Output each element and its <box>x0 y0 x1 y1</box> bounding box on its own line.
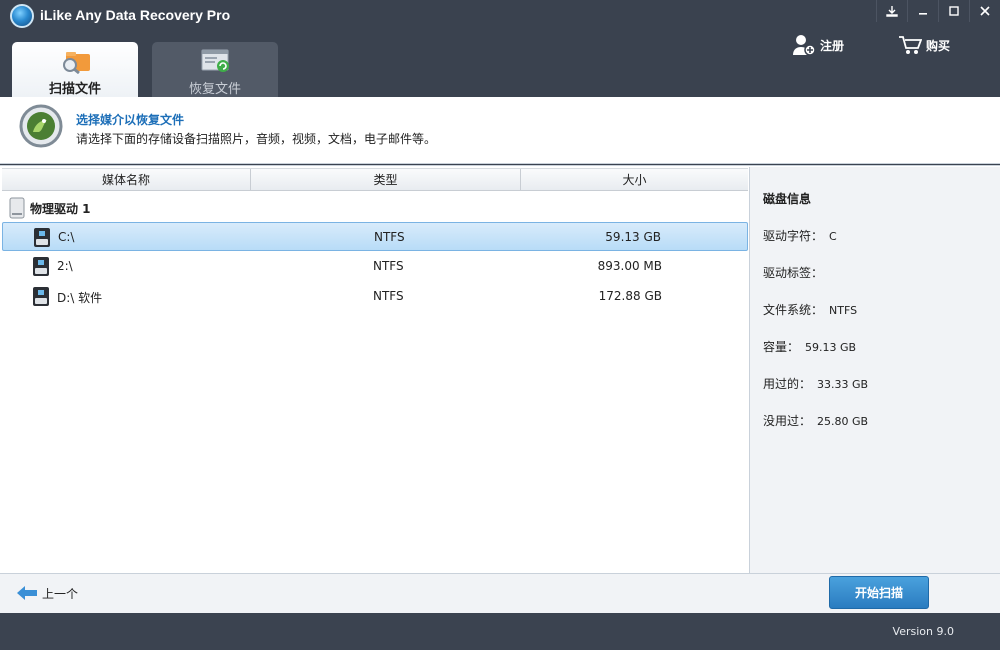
register-button[interactable]: 注册 <box>792 34 844 56</box>
cart-icon <box>899 36 922 54</box>
physical-drive-group[interactable]: 物理驱动 1 <box>8 196 91 220</box>
tab-label: 恢复文件 <box>188 82 241 97</box>
drive-icon <box>33 257 49 276</box>
minimize-icon[interactable] <box>907 0 938 22</box>
app-logo-icon <box>10 4 34 28</box>
drive-name: C:\ <box>58 230 75 244</box>
disk-info-file-system: 文件系统： NTFS <box>763 303 858 317</box>
info-title: 选择媒介以恢复文件 <box>76 113 185 127</box>
disk-info-capacity: 容量： 59.13 GB <box>763 340 857 354</box>
tab-scan-files[interactable]: 扫描文件 <box>12 42 138 97</box>
back-button[interactable]: 上一个 <box>16 583 78 603</box>
drive-icon <box>33 287 49 306</box>
group-label: 物理驱动 1 <box>30 201 91 216</box>
physical-disk-icon <box>9 197 25 219</box>
user-add-icon <box>793 35 816 56</box>
info-description: 请选择下面的存储设备扫描照片，音频，视频，文档，电子邮件等。 <box>76 132 437 146</box>
buy-label: 购买 <box>926 38 951 53</box>
drive-size: 172.88 GB <box>598 289 662 303</box>
buy-button[interactable]: 购买 <box>898 34 950 56</box>
table-row[interactable]: D:\ 软件 NTFS 172.88 GB <box>2 282 748 311</box>
download-icon[interactable] <box>876 0 907 22</box>
disk-info-unused: 没用过： 25.80 GB <box>763 414 869 428</box>
tab-recover-files[interactable]: 恢复文件 <box>152 42 278 97</box>
drive-type: NTFS <box>374 230 405 244</box>
disk-info-drive-letter: 驱动字符： C <box>763 229 837 243</box>
window-controls <box>876 0 1000 22</box>
disk-info-used: 用过的： 33.33 GB <box>763 377 869 391</box>
media-select-icon <box>19 104 63 148</box>
column-header-type[interactable]: 类型 <box>251 169 521 190</box>
disk-info-drive-label: 驱动标签： <box>763 266 824 280</box>
table-header: 媒体名称 类型 大小 <box>2 168 748 191</box>
drive-size: 59.13 GB <box>605 230 661 244</box>
drive-type: NTFS <box>373 259 404 273</box>
drive-name: D:\ 软件 <box>57 291 103 305</box>
register-label: 注册 <box>820 38 845 53</box>
drive-icon <box>34 228 50 247</box>
disk-info-title: 磁盘信息 <box>763 192 812 206</box>
version-label: Version 9.0 <box>892 625 954 638</box>
start-scan-button[interactable]: 开始扫描 <box>829 576 929 609</box>
arrow-left-icon <box>17 586 37 600</box>
tab-label: 扫描文件 <box>48 82 101 97</box>
status-bar <box>0 613 1000 650</box>
drive-name: 2:\ <box>57 259 73 273</box>
table-row[interactable]: 2:\ NTFS 893.00 MB <box>2 252 748 281</box>
maximize-icon[interactable] <box>938 0 969 22</box>
app-title: iLike Any Data Recovery Pro <box>40 7 231 23</box>
app-window: iLike Any Data Recovery Pro 扫描文件 恢复文件 注册… <box>0 0 1000 650</box>
back-label: 上一个 <box>42 586 79 601</box>
close-icon[interactable] <box>969 0 1000 22</box>
column-header-name[interactable]: 媒体名称 <box>2 169 251 190</box>
recover-window-icon <box>201 49 229 72</box>
drive-size: 893.00 MB <box>597 259 662 273</box>
scan-folder-icon <box>63 52 90 74</box>
column-header-size[interactable]: 大小 <box>521 169 748 190</box>
drive-type: NTFS <box>373 289 404 303</box>
table-row[interactable]: C:\ NTFS 59.13 GB <box>2 222 748 251</box>
